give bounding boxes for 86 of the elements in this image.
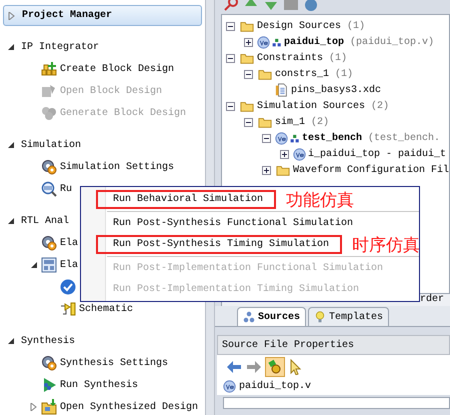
expand-arrow-icon[interactable] — [30, 403, 38, 411]
item-note: (test_bench. — [368, 132, 440, 144]
tree-item[interactable]: sim_1 — [275, 116, 306, 128]
menu-item[interactable]: Run Post-Synthesis Functional Simulation — [96, 214, 366, 233]
document-icon — [275, 83, 289, 97]
logic-gate-icon — [60, 301, 76, 317]
collapse-arrow-icon[interactable] — [7, 141, 15, 149]
verilog-icon — [275, 132, 288, 144]
forward-arrow-icon — [245, 359, 263, 375]
tree-item[interactable]: test_bench — [302, 132, 362, 144]
blocks-plus-icon — [41, 61, 57, 77]
collapse-icon[interactable] — [226, 54, 235, 62]
gear-icon — [41, 159, 57, 175]
cluster-icon — [41, 105, 57, 121]
collapse-icon[interactable] — [262, 134, 271, 142]
annotation-text: 时序仿真 — [352, 234, 419, 256]
collapse-arrow-icon[interactable] — [7, 43, 15, 51]
tree-item[interactable]: Constraints — [257, 52, 324, 64]
item-note: (1) — [335, 68, 354, 80]
tree-item[interactable]: i_paidui_top - paidui_t — [308, 148, 446, 160]
item-note: (1) — [329, 52, 348, 64]
input-field[interactable] — [223, 397, 450, 409]
window-icon — [41, 257, 57, 273]
file-row[interactable]: paidui_top.v — [217, 377, 450, 395]
lightbulb-icon — [314, 311, 326, 323]
nav-item[interactable]: Ru — [60, 184, 72, 194]
gear-icon — [41, 235, 57, 251]
panel-tab[interactable]: Templates — [308, 307, 390, 326]
collapse-arrow-icon[interactable] — [7, 337, 15, 345]
section-title[interactable]: Simulation — [21, 140, 82, 150]
menu-item[interactable]: Run Post-Synthesis Timing Simulation — [96, 235, 342, 254]
item-note: (paidui_top.v) — [350, 36, 434, 48]
panel-tab[interactable]: Sources — [237, 307, 306, 326]
nav-item[interactable]: Synthesis Settings — [60, 358, 168, 368]
nav-item[interactable]: Create Block Design — [60, 64, 174, 74]
section-title[interactable]: RTL Anal — [21, 216, 70, 226]
item-note: (1) — [347, 20, 366, 32]
panel-title: Source File Properties — [222, 340, 354, 350]
collapse-arrow-icon[interactable] — [7, 217, 15, 225]
tree-item[interactable]: paidui_top — [284, 36, 344, 48]
nav-item[interactable]: Ela — [60, 260, 78, 270]
collapse-icon[interactable] — [244, 118, 253, 126]
hierarchy-icon — [272, 37, 282, 47]
section-title[interactable]: Project Manager — [22, 10, 112, 21]
down-arrow-icon — [263, 0, 279, 12]
magnifier-icon — [41, 181, 57, 197]
verilog-icon — [223, 380, 236, 392]
annotation-text: 功能仿真 — [286, 189, 354, 211]
file-name: paidui_top.v — [239, 380, 312, 392]
section-title[interactable]: IP Integrator — [21, 42, 100, 52]
tree-item[interactable]: pins_basys3.xdc — [291, 84, 382, 96]
checkmark-icon — [60, 279, 76, 295]
item-note: (2) — [311, 116, 330, 128]
search-icon — [223, 0, 239, 12]
verilog-icon — [293, 148, 306, 160]
tree-item[interactable]: constrs_1 — [275, 68, 330, 80]
menu-item[interactable]: Run Behavioral Simulation — [96, 190, 276, 209]
nav-item[interactable]: Simulation Settings — [60, 162, 174, 172]
tree-item[interactable]: Simulation Sources — [257, 100, 366, 112]
nav-item[interactable]: Run Synthesis — [60, 380, 138, 390]
item-note: (2) — [371, 100, 390, 112]
back-arrow-icon — [225, 359, 243, 375]
collapse-icon[interactable] — [226, 22, 235, 30]
collapse-arrow-icon[interactable] — [30, 261, 38, 269]
section-title[interactable]: Synthesis — [21, 336, 76, 346]
expand-icon[interactable] — [244, 38, 253, 46]
expand-arrow-icon[interactable] — [8, 12, 16, 20]
tree-item[interactable]: Design Sources — [257, 20, 342, 32]
nav-item[interactable]: Schematic — [79, 304, 134, 314]
blocks-icon — [41, 83, 57, 99]
expand-icon[interactable] — [280, 150, 289, 158]
hierarchy-icon — [290, 133, 300, 143]
collapse-icon[interactable] — [244, 70, 253, 78]
folder-arrow-icon — [41, 399, 57, 415]
tree-item[interactable]: Waveform Configuration Fil — [293, 164, 450, 176]
verilog-icon — [257, 36, 270, 48]
nodes-icon — [243, 311, 255, 323]
tab-label[interactable]: rder — [420, 294, 444, 306]
play-icon — [41, 377, 57, 393]
expand-icon[interactable] — [262, 166, 271, 174]
section-header[interactable]: Project Manager — [3, 5, 202, 26]
nav-item[interactable]: Open Synthesized Design — [60, 402, 198, 412]
gear-icon — [41, 355, 57, 371]
collapse-icon[interactable] — [226, 102, 235, 110]
nav-item[interactable]: Ela — [60, 238, 78, 248]
settings-button[interactable] — [265, 357, 285, 377]
